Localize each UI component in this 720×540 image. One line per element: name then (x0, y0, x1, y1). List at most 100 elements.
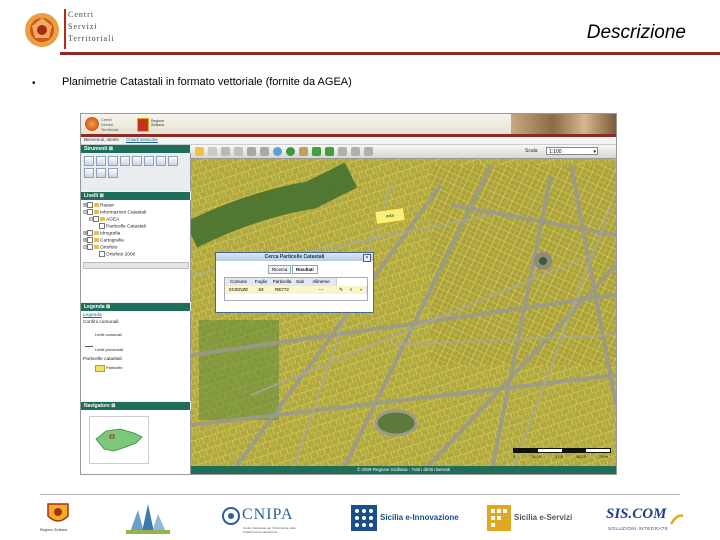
legend-panel: Legenda Confini comunali Limiti comunali… (81, 311, 191, 401)
cnipa-logo-text: CNIPA (242, 506, 294, 523)
zoom-out-tool-icon[interactable] (96, 156, 106, 166)
layer-checkbox[interactable] (87, 244, 94, 250)
legend-line-icon (85, 340, 93, 347)
siscom-logo-text: SIS.COM (606, 506, 667, 522)
logo-line-2: Servizi (68, 22, 98, 31)
scalebar-label: 0 (513, 454, 516, 459)
overview-map[interactable] (89, 416, 149, 464)
layer-item[interactable]: Ortofoto 2000 (99, 251, 135, 258)
folder-icon (94, 231, 100, 235)
regione-siciliana-label: Regione Siciliana (40, 528, 68, 532)
refresh-icon[interactable] (338, 147, 347, 156)
zoom-in-tool-icon[interactable] (84, 156, 94, 166)
dialog-title: Cerca Particelle Catastali (216, 253, 373, 261)
layer-checkbox[interactable] (93, 216, 100, 222)
info-icon[interactable] (286, 147, 295, 156)
line-tool-icon[interactable] (221, 147, 230, 156)
cnipa-subtitle: Centro Nazionale per l'Informatica nella… (243, 526, 296, 534)
measure-tool-icon[interactable] (132, 156, 142, 166)
layer-label: Ortofoto 2000 (106, 252, 136, 258)
magnifier-minus-icon[interactable] (260, 147, 269, 156)
footer-rule (40, 494, 680, 495)
legend-item: Legenda (83, 313, 102, 318)
pan-tool-icon[interactable] (108, 156, 118, 166)
column-header: Allineme (306, 278, 337, 286)
bullet-text: Planimetrie Catastali in formato vettori… (62, 76, 352, 88)
column-header: Foglio (252, 278, 271, 286)
header-photo (511, 114, 616, 135)
legend-panel-header[interactable]: Legenda ⊠ (81, 303, 190, 311)
logo-line-3: Territoriali (68, 34, 115, 43)
layer-checkbox[interactable] (99, 251, 105, 257)
export-tool-icon[interactable] (168, 156, 178, 166)
layers-panel-title: Livelli (84, 193, 99, 199)
map-scalebar: 0 18,75 37,5 56,25 75 m (513, 448, 613, 462)
area-tool-icon[interactable] (234, 147, 243, 156)
home-tool-icon[interactable] (108, 168, 118, 178)
table-cell[interactable]: RE772 (270, 286, 295, 294)
parcel-search-dialog: Cerca Particelle Catastali × Ricerca Ris… (215, 252, 374, 313)
layer-label: AGEA (106, 217, 120, 223)
magnifier-plus-icon[interactable] (247, 147, 256, 156)
locate-icon[interactable]: ♦ (356, 286, 367, 294)
table-cell[interactable]: 63 (252, 286, 271, 294)
legend-parcel-swatch (95, 365, 105, 372)
home-icon[interactable] (364, 147, 373, 156)
layer-label: Informazioni Catastali (100, 210, 147, 216)
folder-icon (94, 210, 100, 214)
legend-panel-title: Legenda (84, 304, 105, 310)
cst-logo-text: Centri Servizi Territoriali (68, 9, 115, 45)
tab-ricerca[interactable]: Ricerca (268, 265, 292, 274)
grid-icon[interactable] (351, 147, 360, 156)
layer-checkbox[interactable] (87, 230, 94, 236)
folder-icon (100, 217, 106, 221)
page-title: Descrizione (586, 22, 686, 43)
table-cell[interactable]: --- (306, 286, 337, 294)
scalebar-label: 18,75 (531, 454, 542, 459)
layer-label: Cartografia (100, 238, 124, 244)
logout-link[interactable]: Chiudi sessione (126, 137, 158, 142)
layer-tool-icon[interactable] (96, 168, 106, 178)
print-tool-icon[interactable] (156, 156, 166, 166)
regione-logo-line: Siciliana (151, 123, 165, 127)
regione-siciliana-crest-icon (46, 502, 70, 526)
layer-checkbox[interactable] (87, 202, 94, 208)
legend-item: Particelle (106, 365, 123, 370)
layer-checkbox[interactable] (87, 237, 94, 243)
tab-risultati[interactable]: Risultati (292, 265, 318, 274)
app-footer: © 2009 Regione Siciliana - Tutti i dirit… (191, 466, 616, 474)
scale-label: Scala (525, 148, 538, 154)
scale-select[interactable]: 1:100 ▾ (546, 147, 598, 155)
tools-panel-header[interactable]: Strumenti ⊠ (81, 145, 190, 153)
dialog-close-icon[interactable]: × (363, 254, 371, 262)
regione-crest-icon (137, 118, 149, 132)
search-tool-icon[interactable] (84, 168, 94, 178)
tools-panel (81, 153, 191, 191)
sicilia-eservizi-text: Sicilia e-Servizi (514, 513, 573, 522)
crosshair-tool-icon[interactable] (208, 147, 217, 156)
app-logo-line: Territoriali (101, 127, 119, 132)
logo-divider (64, 9, 66, 49)
layer-checkbox[interactable] (87, 209, 94, 215)
layer-label: Particelle Catastali (106, 224, 146, 230)
scalebar-graphic (513, 448, 611, 453)
info-tool-icon[interactable] (120, 156, 130, 166)
table-cell[interactable]: SCIENZE (225, 286, 253, 294)
pointer-tool-icon[interactable] (195, 147, 204, 156)
legend-item: Particelle catastali (83, 357, 122, 362)
tools-panel-title: Strumenti (84, 146, 108, 152)
layers-scrollbar[interactable] (83, 262, 189, 269)
arrow-right-icon[interactable] (325, 147, 334, 156)
layer-checkbox[interactable] (99, 223, 105, 229)
column-header: Comune (225, 278, 253, 286)
scalebar-label: 37,5 (555, 454, 563, 459)
siscom-subtitle: SOLUZIONI INTEGRATE (608, 526, 669, 531)
navigator-panel-title: Navigatore (84, 403, 110, 409)
select-tool-icon[interactable] (144, 156, 154, 166)
navigator-panel-header[interactable]: Navigatore ⊠ (81, 402, 190, 410)
globe-icon[interactable] (273, 147, 282, 156)
folder-icon (94, 203, 100, 207)
layers-panel-header[interactable]: Livelli ⊠ (81, 192, 190, 200)
arrow-left-icon[interactable] (312, 147, 321, 156)
hand-icon[interactable] (299, 147, 308, 156)
